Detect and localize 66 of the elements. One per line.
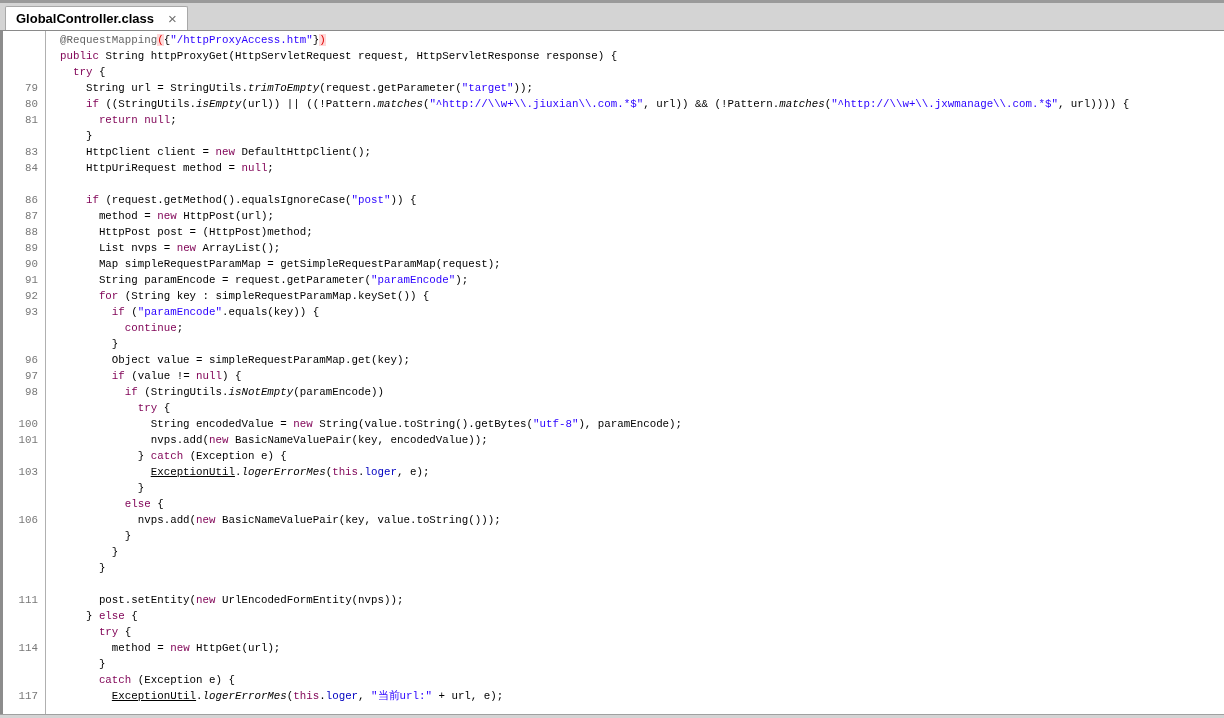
code-line: else { bbox=[123, 496, 164, 512]
code-line: HttpClient client = new DefaultHttpClient(); bbox=[84, 144, 372, 160]
line-number: 92 bbox=[24, 288, 39, 304]
code-line: } bbox=[136, 480, 145, 496]
line-number: 93 bbox=[24, 304, 39, 320]
code-line: nvps.add(new BasicNameValuePair(key, value.toString())); bbox=[136, 512, 501, 528]
code-line: Map simpleRequestParamMap = getSimpleRequestParamMap(request); bbox=[97, 256, 501, 272]
code-line: ExceptionUtil.logerErrorMes(this.loger, e); bbox=[149, 464, 430, 480]
line-number: 81 bbox=[24, 112, 39, 128]
code-line: HttpUriRequest method = null; bbox=[84, 160, 274, 176]
line-number: 91 bbox=[24, 272, 39, 288]
code-line: try { bbox=[97, 624, 132, 640]
line-number: 106 bbox=[17, 512, 39, 528]
line-number: 80 bbox=[24, 96, 39, 112]
code-line: try { bbox=[71, 64, 106, 80]
code-line: String paramEncode = request.getParameter("paramEncode"); bbox=[97, 272, 469, 288]
code-line: } bbox=[97, 560, 106, 576]
code-line: ExceptionUtil.logerErrorMes(this.loger, "当前url:" + url, e); bbox=[110, 688, 504, 704]
line-number: 100 bbox=[17, 416, 39, 432]
code-line: post.setEntity(new UrlEncodedFormEntity(nvps)); bbox=[97, 592, 404, 608]
code-line: List nvps = new ArrayList(); bbox=[97, 240, 281, 256]
line-number: 103 bbox=[17, 464, 39, 480]
code-line: } bbox=[110, 336, 119, 352]
code-line: } else { bbox=[84, 608, 138, 624]
line-number: 88 bbox=[24, 224, 39, 240]
line-number: 98 bbox=[24, 384, 39, 400]
line-number: 79 bbox=[24, 80, 39, 96]
code-line: if (StringUtils.isNotEmpty(paramEncode)) bbox=[123, 384, 384, 400]
line-number: 84 bbox=[24, 160, 39, 176]
code-line: HttpPost post = (HttpPost)method; bbox=[97, 224, 313, 240]
line-number: 114 bbox=[17, 640, 39, 656]
close-icon[interactable]: × bbox=[168, 11, 177, 26]
code-line: } catch (Exception e) { bbox=[136, 448, 287, 464]
code-line: } bbox=[97, 656, 106, 672]
code-line: try { bbox=[136, 400, 171, 416]
line-number: 83 bbox=[24, 144, 39, 160]
code-line: @RequestMapping({"/httpProxyAccess.htm"}) bbox=[60, 32, 326, 48]
line-number: 90 bbox=[24, 256, 39, 272]
editor-tab[interactable]: GlobalController.class × bbox=[5, 6, 188, 30]
code-line: } bbox=[84, 128, 93, 144]
line-number: 117 bbox=[17, 688, 39, 704]
code-line: for (String key : simpleRequestParamMap.keySet()) { bbox=[97, 288, 430, 304]
line-number: 89 bbox=[24, 240, 39, 256]
code-line: continue; bbox=[123, 320, 184, 336]
line-number: 86 bbox=[24, 192, 39, 208]
code-line: nvps.add(new BasicNameValuePair(key, encodedValue)); bbox=[149, 432, 488, 448]
code-line: Object value = simpleRequestParamMap.get(key); bbox=[110, 352, 410, 368]
code-line: if (request.getMethod().equalsIgnoreCase("post")) { bbox=[84, 192, 417, 208]
code-line: String url = StringUtils.trimToEmpty(request.getParameter("target")); bbox=[84, 80, 534, 96]
code-line: } bbox=[110, 544, 119, 560]
line-number: 101 bbox=[17, 432, 39, 448]
code-line: String encodedValue = new String(value.toString().getBytes("utf-8"), paramEncode); bbox=[149, 416, 683, 432]
line-number: 87 bbox=[24, 208, 39, 224]
code-line: if ("paramEncode".equals(key)) { bbox=[110, 304, 320, 320]
line-number: 111 bbox=[17, 592, 39, 608]
code-line: public String httpProxyGet(HttpServletRequest request, HttpServletResponse response) { bbox=[60, 48, 618, 64]
code-line: if (value != null) { bbox=[110, 368, 242, 384]
tab-label: GlobalController.class bbox=[16, 9, 154, 28]
code-line: return null; bbox=[97, 112, 177, 128]
code-line: } bbox=[123, 528, 132, 544]
code-line: if ((StringUtils.isEmpty(url)) || ((!Pattern.matches("^http://\\w+\\.jiuxian\\.com.*$", url)) && (!Pattern.matches("^http://\\w+\\.jxwmanage\\.com.*$", url)))) { bbox=[84, 96, 1130, 112]
line-number: 96 bbox=[24, 352, 39, 368]
line-number: 97 bbox=[24, 368, 39, 384]
code-line: method = new HttpPost(url); bbox=[97, 208, 274, 224]
code-line: catch (Exception e) { bbox=[97, 672, 235, 688]
code-line: method = new HttpGet(url); bbox=[110, 640, 281, 656]
